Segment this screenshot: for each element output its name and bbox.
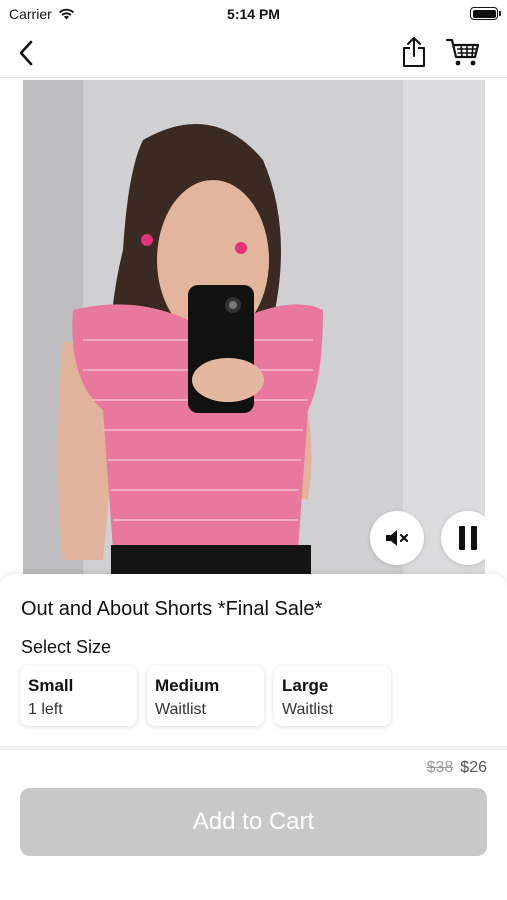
size-availability: Waitlist bbox=[155, 701, 206, 718]
nav-bar bbox=[0, 28, 507, 78]
price-original: $38 bbox=[426, 759, 454, 776]
status-bar: Carrier 5:14 PM bbox=[0, 0, 507, 28]
select-size-label: Select Size bbox=[21, 637, 112, 657]
size-availability: 1 left bbox=[28, 701, 63, 718]
chevron-left-icon bbox=[19, 40, 33, 66]
mute-button[interactable] bbox=[370, 511, 424, 565]
product-sheet: Out and About Shorts *Final Sale* Select… bbox=[0, 574, 507, 900]
price: $38 $26 bbox=[427, 759, 487, 777]
share-icon bbox=[403, 37, 425, 67]
price-sale: $26 bbox=[460, 759, 487, 776]
product-title: Out and About Shorts *Final Sale* bbox=[21, 598, 323, 620]
size-name: Medium bbox=[155, 676, 220, 695]
size-name: Large bbox=[282, 676, 329, 695]
cart-icon bbox=[445, 38, 480, 66]
size-option-medium[interactable]: Medium Waitlist bbox=[147, 666, 264, 726]
speaker-muted-icon bbox=[386, 530, 409, 546]
divider bbox=[0, 746, 507, 750]
product-video[interactable] bbox=[23, 80, 485, 580]
size-option-small[interactable]: Small 1 left bbox=[20, 666, 137, 726]
pause-icon bbox=[459, 526, 477, 550]
size-options: Small 1 left Medium Waitlist Large Waitl… bbox=[20, 666, 391, 726]
share-button[interactable] bbox=[398, 35, 430, 69]
cart-button[interactable] bbox=[444, 36, 482, 68]
size-name: Small bbox=[28, 676, 74, 695]
back-button[interactable] bbox=[12, 38, 40, 68]
status-time: 5:14 PM bbox=[227, 6, 280, 22]
add-to-cart-button[interactable]: Add to Cart bbox=[20, 788, 487, 856]
video-frame bbox=[23, 80, 485, 580]
battery-icon bbox=[470, 7, 501, 20]
size-availability: Waitlist bbox=[282, 701, 333, 718]
size-option-large[interactable]: Large Waitlist bbox=[274, 666, 391, 726]
